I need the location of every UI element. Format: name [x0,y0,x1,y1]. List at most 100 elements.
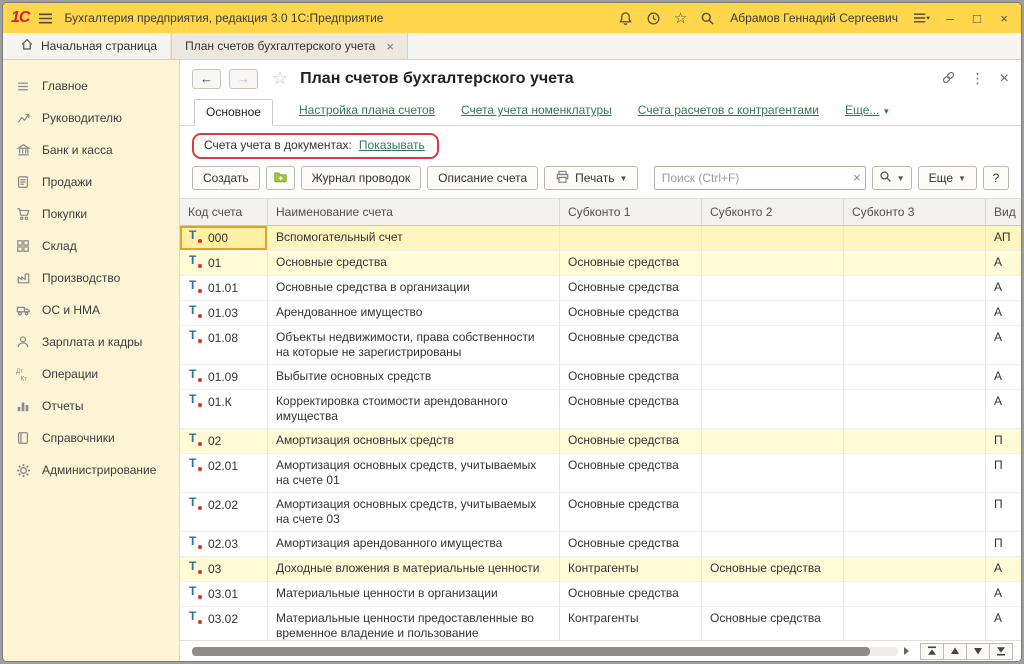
cell-subconto-1[interactable]: Основные средства [560,365,702,390]
favorites-star-icon[interactable]: ☆ [674,9,687,27]
search-options-button[interactable]: ▼ [872,166,912,190]
cell-vid[interactable]: П [986,429,1021,454]
scrollbar-thumb[interactable] [192,647,870,656]
cell-subconto-1[interactable]: Основные средства [560,301,702,326]
cell-vid[interactable]: А [986,607,1021,640]
cell-subconto-1[interactable]: Основные средства [560,454,702,493]
close-window-button[interactable]: × [997,11,1011,26]
cell-subconto-2[interactable] [702,326,844,365]
cell-code[interactable]: Т02.03 [180,532,268,557]
cell-code[interactable]: Т000 [180,226,268,251]
cell-code[interactable]: Т01.01 [180,276,268,301]
cell-subconto-3[interactable] [844,532,986,557]
cell-subconto-1[interactable]: Контрагенты [560,607,702,640]
cell-subconto-1[interactable]: Основные средства [560,276,702,301]
sidebar-item-6[interactable]: Производство [3,262,179,294]
cell-vid[interactable]: А [986,390,1021,429]
table-row[interactable]: Т03Доходные вложения в материальные ценн… [180,557,1021,582]
sidebar-item-0[interactable]: Главное [3,70,179,102]
cell-name[interactable]: Амортизация основных средств, учитываемы… [268,493,560,532]
cell-vid[interactable]: П [986,532,1021,557]
cell-subconto-3[interactable] [844,557,986,582]
account-description-button[interactable]: Описание счета [427,166,538,190]
cell-name[interactable]: Корректировка стоимости арендованного им… [268,390,560,429]
nav-link-plan-settings[interactable]: Настройка плана счетов [299,103,435,125]
cell-subconto-3[interactable] [844,251,986,276]
cell-vid[interactable]: А [986,301,1021,326]
cell-vid[interactable]: А [986,251,1021,276]
go-to-bottom-button[interactable] [989,643,1013,660]
table-row[interactable]: Т01.08Объекты недвижимости, права собств… [180,326,1021,365]
page-up-button[interactable] [943,643,967,660]
search-input[interactable] [654,166,866,190]
cell-vid[interactable]: А [986,326,1021,365]
cell-subconto-3[interactable] [844,326,986,365]
cell-subconto-1[interactable]: Основные средства [560,390,702,429]
table-row[interactable]: Т02.02Амортизация основных средств, учит… [180,493,1021,532]
sidebar-item-8[interactable]: Зарплата и кадры [3,326,179,358]
cell-name[interactable]: Арендованное имущество [268,301,560,326]
cell-subconto-1[interactable]: Основные средства [560,493,702,532]
sidebar-item-9[interactable]: ДтКтОперации [3,358,179,390]
cell-subconto-2[interactable] [702,493,844,532]
minimize-button[interactable]: – [943,11,957,26]
column-header-code[interactable]: Код счета [180,199,268,226]
cell-name[interactable]: Материальные ценности в организации [268,582,560,607]
column-header-vid[interactable]: Вид [986,199,1021,226]
go-to-top-button[interactable] [920,643,944,660]
user-name[interactable]: Абрамов Геннадий Сергеевич [730,11,898,25]
cell-code[interactable]: Т01 [180,251,268,276]
cell-subconto-3[interactable] [844,365,986,390]
cell-code[interactable]: Т03 [180,557,268,582]
cell-subconto-1[interactable]: Основные средства [560,251,702,276]
sidebar-item-2[interactable]: Банк и касса [3,134,179,166]
cell-name[interactable]: Объекты недвижимости, права собственност… [268,326,560,365]
cell-subconto-2[interactable] [702,276,844,301]
cell-subconto-1[interactable]: Контрагенты [560,557,702,582]
sidebar-item-10[interactable]: Отчеты [3,390,179,422]
cell-vid[interactable]: А [986,582,1021,607]
sidebar-item-4[interactable]: Покупки [3,198,179,230]
cell-vid[interactable]: АП [986,226,1021,251]
cell-subconto-1[interactable]: Основные средства [560,582,702,607]
cell-name[interactable]: Амортизация арендованного имущества [268,532,560,557]
table-row[interactable]: Т03.02Материальные ценности предоставлен… [180,607,1021,640]
more-button[interactable]: Еще▼ [918,166,977,190]
column-header-subconto2[interactable]: Субконто 2 [702,199,844,226]
cell-subconto-3[interactable] [844,390,986,429]
sidebar-item-11[interactable]: Справочники [3,422,179,454]
cell-subconto-3[interactable] [844,301,986,326]
cell-name[interactable]: Основные средства в организации [268,276,560,301]
page-down-button[interactable] [966,643,990,660]
table-row[interactable]: Т01.03Арендованное имуществоОсновные сре… [180,301,1021,326]
nav-link-more[interactable]: Еще...▼ [845,103,890,125]
cell-code[interactable]: Т02.02 [180,493,268,532]
sidebar-item-5[interactable]: Склад [3,230,179,262]
cell-subconto-3[interactable] [844,226,986,251]
table-row[interactable]: Т000Вспомогательный счетАП [180,226,1021,251]
cell-subconto-1[interactable]: Основные средства [560,429,702,454]
nav-link-item-accounts[interactable]: Счета учета номенклатуры [461,103,612,125]
tab-home[interactable]: Начальная страница [7,33,171,59]
help-button[interactable]: ? [983,166,1009,190]
cell-subconto-2[interactable] [702,582,844,607]
cell-subconto-2[interactable] [702,301,844,326]
create-group-button[interactable] [266,166,295,190]
cell-subconto-3[interactable] [844,276,986,301]
cell-subconto-2[interactable] [702,251,844,276]
close-form-icon[interactable]: × [1000,70,1009,88]
table-row[interactable]: Т01.ККорректировка стоимости арендованно… [180,390,1021,429]
cell-vid[interactable]: П [986,493,1021,532]
cell-code[interactable]: Т02.01 [180,454,268,493]
cell-code[interactable]: Т01.08 [180,326,268,365]
cell-subconto-2[interactable]: Основные средства [702,557,844,582]
accounts-in-docs-show-link[interactable]: Показывать [359,138,425,152]
cell-subconto-1[interactable] [560,226,702,251]
create-button[interactable]: Создать [192,166,260,190]
cell-vid[interactable]: А [986,557,1021,582]
cell-subconto-2[interactable] [702,226,844,251]
cell-subconto-1[interactable]: Основные средства [560,326,702,365]
cell-subconto-3[interactable] [844,582,986,607]
forward-button[interactable]: → [229,69,258,89]
get-link-icon[interactable] [941,70,956,88]
